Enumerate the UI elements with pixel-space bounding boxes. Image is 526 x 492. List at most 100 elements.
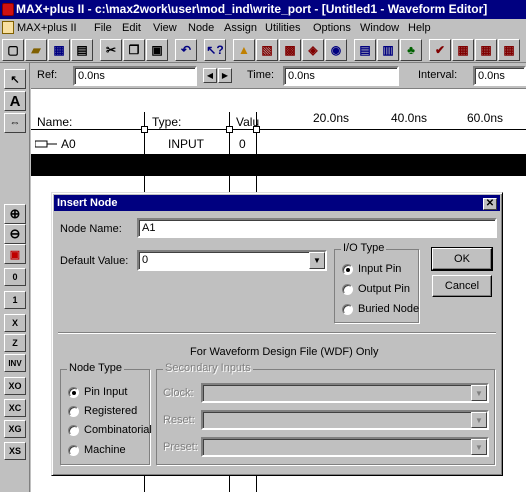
- chevron-down-icon[interactable]: ▼: [471, 439, 487, 455]
- open-icon[interactable]: ▰: [25, 39, 47, 61]
- floorplan-icon[interactable]: ▩: [279, 39, 301, 61]
- dialog-title-bar: Insert Node ✕: [54, 195, 500, 211]
- save-icon[interactable]: ▦: [48, 39, 70, 61]
- menu-file[interactable]: File: [94, 19, 112, 37]
- overwrite-count-icon[interactable]: XC: [4, 399, 26, 417]
- io-type-group: I/O Type Input Pin Output Pin Buried Nod…: [334, 242, 419, 323]
- new-icon[interactable]: ▢: [2, 39, 24, 61]
- clock-label: Clock:: [163, 387, 194, 399]
- paste-icon[interactable]: ▣: [146, 39, 168, 61]
- buried-node-label[interactable]: Buried Node: [358, 303, 419, 315]
- hierarchy-up-icon[interactable]: ▲: [233, 39, 255, 61]
- text-tool-icon[interactable]: A: [4, 91, 26, 111]
- menu-help[interactable]: Help: [408, 19, 431, 37]
- selection-tool-icon[interactable]: ↖: [4, 69, 26, 89]
- ref-left-arrow-icon[interactable]: ◀: [203, 68, 217, 83]
- default-value-label: Default Value:: [60, 255, 129, 267]
- timing-icon[interactable]: ▦: [498, 39, 520, 61]
- overwrite-state-icon[interactable]: XS: [4, 442, 26, 460]
- combinatorial-label[interactable]: Combinatorial: [84, 424, 152, 436]
- machine-radio[interactable]: [68, 445, 79, 456]
- hierarchy-display-icon[interactable]: ▧: [256, 39, 278, 61]
- default-value-selected: 0: [142, 254, 149, 266]
- secondary-inputs-title: Secondary Inputs: [163, 362, 253, 374]
- registered-label[interactable]: Registered: [84, 405, 137, 417]
- copy-icon[interactable]: ❐: [123, 39, 145, 61]
- menu-edit[interactable]: Edit: [122, 19, 141, 37]
- node-name: A0: [61, 137, 76, 151]
- reference-bar: Ref: 0.0ns ◀ ▶ Time: 0.0ns Interval: 0.0…: [31, 63, 526, 89]
- machine-label[interactable]: Machine: [84, 444, 126, 456]
- title-bar: MAX+plus II - c:\max2work\user\mod_ind\w…: [0, 0, 526, 19]
- ref-right-arrow-icon[interactable]: ▶: [218, 68, 232, 83]
- save-check-icon[interactable]: ✔: [429, 39, 451, 61]
- interval-label: Interval:: [418, 69, 458, 81]
- input-pin-label[interactable]: Input Pin: [358, 263, 401, 275]
- document-icon[interactable]: [2, 21, 14, 34]
- node-row[interactable]: A0 INPUT 0: [31, 134, 526, 154]
- column-handle[interactable]: [253, 126, 260, 133]
- overwrite-clock-icon[interactable]: XO: [4, 377, 26, 395]
- type-column-header: Type:: [152, 115, 182, 129]
- simulator-icon[interactable]: ◉: [325, 39, 347, 61]
- zoom-in-icon[interactable]: ⊕: [4, 204, 26, 224]
- pin-input-radio[interactable]: [68, 387, 79, 398]
- chevron-down-icon[interactable]: ▼: [309, 252, 325, 269]
- help-pointer-icon[interactable]: ↖?: [204, 39, 226, 61]
- programmer-icon[interactable]: ▥: [377, 39, 399, 61]
- selected-waveform-row[interactable]: [31, 154, 526, 176]
- level-1-icon[interactable]: 1: [4, 291, 26, 309]
- menu-assign[interactable]: Assign: [224, 19, 257, 37]
- node-type: INPUT: [168, 137, 204, 151]
- chevron-down-icon[interactable]: ▼: [471, 412, 487, 428]
- reset-select[interactable]: ▼: [201, 410, 489, 430]
- print-icon[interactable]: ▤: [71, 39, 93, 61]
- combinatorial-radio[interactable]: [68, 425, 79, 436]
- level-z-icon[interactable]: Z: [4, 334, 26, 352]
- menu-window[interactable]: Window: [360, 19, 399, 37]
- output-pin-radio[interactable]: [342, 284, 353, 295]
- menu-node[interactable]: Node: [188, 19, 214, 37]
- cancel-button[interactable]: Cancel: [432, 275, 492, 297]
- interval-field[interactable]: 0.0ns: [473, 66, 526, 86]
- dialog-title: Insert Node: [57, 197, 118, 209]
- menu-options[interactable]: Options: [313, 19, 351, 37]
- output-pin-label[interactable]: Output Pin: [358, 283, 410, 295]
- time-value: 0.0ns: [288, 70, 315, 82]
- invert-icon[interactable]: INV: [4, 354, 26, 372]
- ref-field[interactable]: 0.0ns: [73, 66, 197, 86]
- column-handle[interactable]: [141, 126, 148, 133]
- compiler-icon[interactable]: ◈: [302, 39, 324, 61]
- registered-radio[interactable]: [68, 406, 79, 417]
- clock-select[interactable]: ▼: [201, 383, 489, 403]
- menu-utilities[interactable]: Utilities: [265, 19, 300, 37]
- pin-input-label[interactable]: Pin Input: [84, 386, 127, 398]
- fit-window-icon[interactable]: ▣: [4, 244, 26, 264]
- project-set-icon[interactable]: ♣: [400, 39, 422, 61]
- buried-node-radio[interactable]: [342, 304, 353, 315]
- level-0-icon[interactable]: 0: [4, 268, 26, 286]
- zoom-out-icon[interactable]: ⊖: [4, 224, 26, 244]
- default-value-select[interactable]: 0 ▼: [137, 250, 327, 271]
- column-handle[interactable]: [226, 126, 233, 133]
- input-pin-radio[interactable]: [342, 264, 353, 275]
- dialog-separator: [58, 332, 496, 334]
- save-compile-icon[interactable]: ▦: [452, 39, 474, 61]
- menu-maxplus[interactable]: MAX+plus II: [17, 19, 77, 37]
- waveform-tool-icon[interactable]: ⇔: [4, 113, 26, 133]
- ok-button[interactable]: OK: [431, 247, 493, 271]
- undo-icon[interactable]: ↶: [175, 39, 197, 61]
- close-icon[interactable]: ✕: [483, 198, 497, 210]
- preset-select[interactable]: ▼: [201, 437, 489, 457]
- time-field[interactable]: 0.0ns: [283, 66, 399, 86]
- node-type-group: Node Type Pin Input Registered Combinato…: [60, 362, 152, 465]
- level-x-icon[interactable]: X: [4, 314, 26, 332]
- cut-icon[interactable]: ✂: [100, 39, 122, 61]
- save-simulate-icon[interactable]: ▦: [475, 39, 497, 61]
- chevron-down-icon[interactable]: ▼: [471, 385, 487, 401]
- menu-view[interactable]: View: [153, 19, 177, 37]
- timing-analyzer-icon[interactable]: ▤: [354, 39, 376, 61]
- app-icon[interactable]: [2, 3, 14, 16]
- overwrite-group-icon[interactable]: XG: [4, 420, 26, 438]
- node-name-input[interactable]: A1: [137, 218, 497, 238]
